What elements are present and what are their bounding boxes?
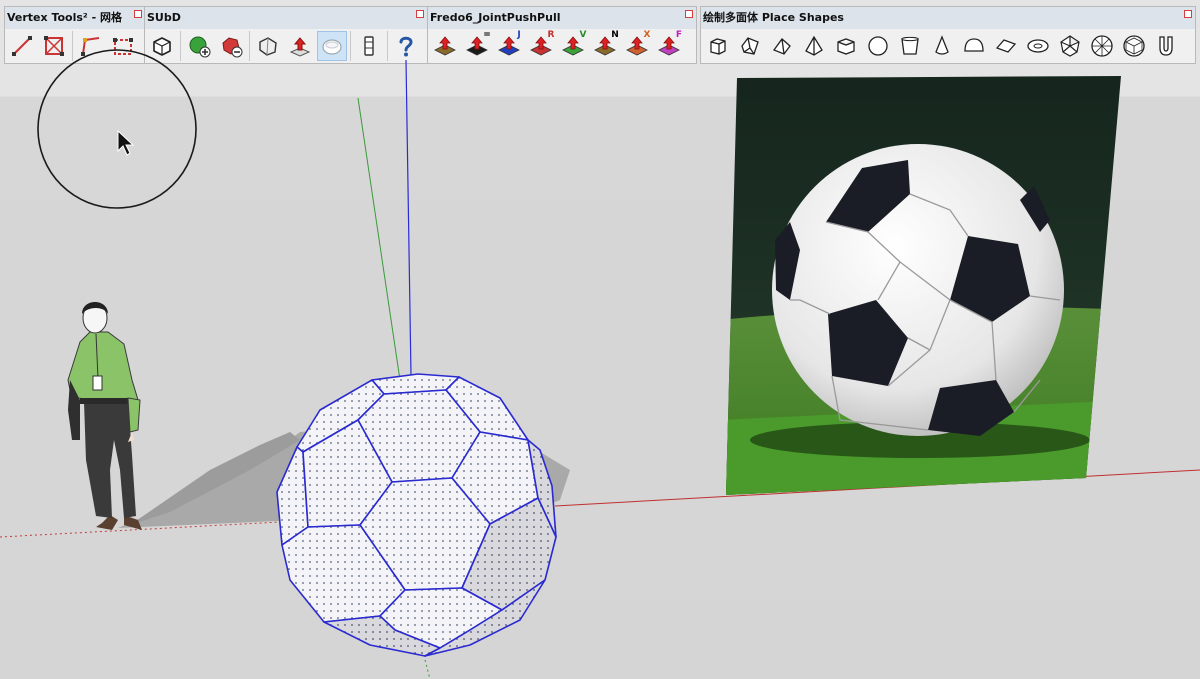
arrow-pointer-icon (117, 129, 135, 156)
green-axis (357, 97, 401, 381)
scale-figure-person[interactable] (67, 302, 142, 530)
soccer-ball-photo[interactable] (720, 70, 1130, 500)
cursor-selection-circle (37, 49, 197, 209)
model-scene (0, 49, 1200, 679)
blue-axis (405, 59, 412, 377)
low-poly-soccer-ball[interactable] (276, 373, 557, 657)
green-axis-dotted (424, 659, 431, 679)
